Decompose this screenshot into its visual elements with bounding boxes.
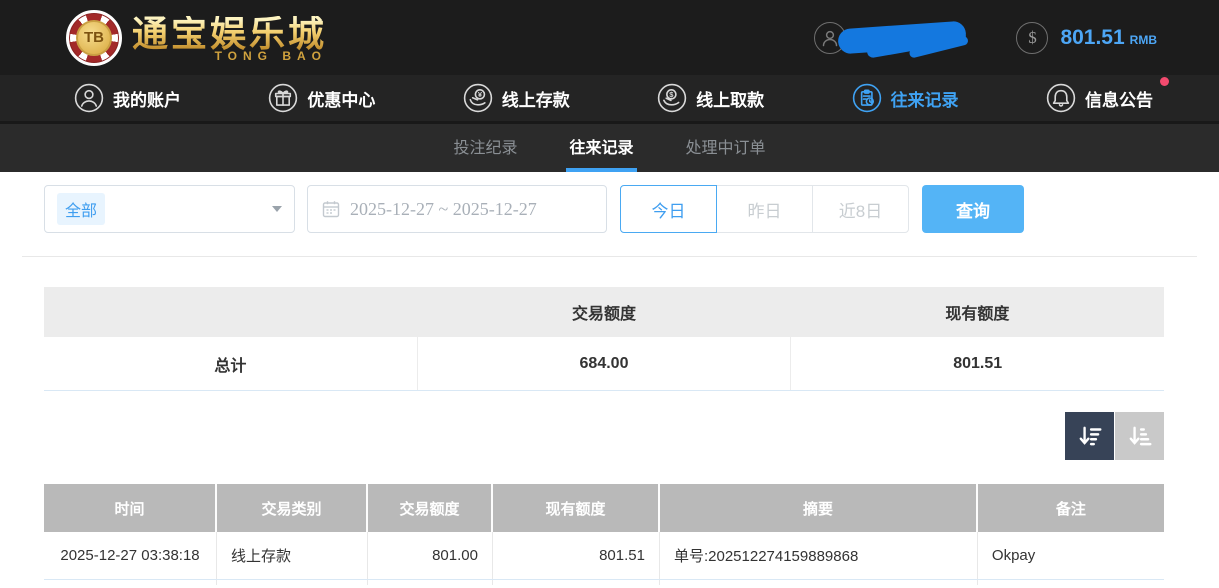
top-header: TB 通宝娱乐城 TONG BAO $ 801.51 RMB <box>0 0 1219 75</box>
brand-logo[interactable]: TB 通宝娱乐城 TONG BAO <box>66 10 327 66</box>
deposit-icon: ¥ <box>463 83 493 113</box>
cell-transaction-type: 线上存款 <box>217 532 368 579</box>
summary-header-row: 交易额度 现有额度 <box>44 287 1164 337</box>
partial-next-row <box>44 580 1164 585</box>
nav-item-transaction-records[interactable]: 往来记录 <box>852 83 959 113</box>
table-row: 2025-12-27 03:38:18 线上存款 801.00 801.51 单… <box>44 532 1164 580</box>
tab-transaction-records[interactable]: 往来记录 <box>566 124 636 172</box>
sort-descending-button[interactable] <box>1065 412 1114 460</box>
bell-icon <box>1046 83 1076 113</box>
sort-descending-icon <box>1077 423 1103 449</box>
nav-label: 优惠中心 <box>307 86 375 111</box>
type-select-value: 全部 <box>57 193 105 225</box>
tab-processing-orders[interactable]: 处理中订单 <box>683 124 769 172</box>
nav-label: 我的账户 <box>113 86 181 111</box>
col-header-transaction-type: 交易类别 <box>217 484 368 532</box>
query-button[interactable]: 查询 <box>922 185 1024 233</box>
col-header-remarks: 备注 <box>978 484 1164 532</box>
cell-transaction-amount: 801.00 <box>368 532 493 579</box>
yesterday-button[interactable]: 昨日 <box>716 185 813 233</box>
brand-name: 通宝娱乐城 <box>132 16 327 52</box>
summary-header-current-balance: 现有额度 <box>791 287 1164 337</box>
tab-betting-records[interactable]: 投注纪录 <box>450 124 520 172</box>
col-header-transaction-amount: 交易额度 <box>368 484 493 532</box>
cell-summary: 单号:202512274159889868 <box>660 532 978 579</box>
sort-controls <box>0 412 1164 460</box>
type-select[interactable]: 全部 <box>44 185 295 233</box>
withdraw-icon: $ <box>657 83 687 113</box>
main-navigation: 我的账户 优惠中心 ¥ 线上存款 $ 线上取款 往来记录 信息公告 <box>0 75 1219 124</box>
sort-ascending-icon <box>1127 423 1153 449</box>
summary-total-label: 总计 <box>44 337 417 390</box>
calendar-icon <box>322 200 340 218</box>
brand-text: 通宝娱乐城 TONG BAO <box>132 16 327 66</box>
notification-dot <box>1160 77 1169 86</box>
col-header-summary: 摘要 <box>660 484 978 532</box>
nav-label: 信息公告 <box>1085 86 1153 111</box>
records-header-row: 时间 交易类别 交易额度 现有额度 摘要 备注 <box>44 484 1164 532</box>
summary-transaction-amount: 684.00 <box>417 337 791 390</box>
user-area: $ 801.51 RMB <box>814 0 1157 75</box>
col-header-time: 时间 <box>44 484 217 532</box>
summary-current-balance: 801.51 <box>790 337 1164 390</box>
summary-table: 交易额度 现有额度 总计 684.00 801.51 <box>44 287 1164 391</box>
summary-total-row: 总计 684.00 801.51 <box>44 337 1164 391</box>
chevron-down-icon <box>272 206 282 212</box>
cell-time: 2025-12-27 03:38:18 <box>44 532 217 579</box>
censored-username <box>838 21 967 55</box>
summary-header-transaction-amount: 交易额度 <box>417 287 790 337</box>
user-icon <box>74 83 104 113</box>
nav-item-my-account[interactable]: 我的账户 <box>74 83 181 113</box>
records-table: 时间 交易类别 交易额度 现有额度 摘要 备注 2025-12-27 03:38… <box>44 484 1164 585</box>
nav-label: 线上取款 <box>696 86 764 111</box>
cell-current-balance: 801.51 <box>493 532 660 579</box>
chip-monogram: TB <box>76 20 112 56</box>
poker-chip-icon: TB <box>66 10 122 66</box>
summary-header-blank <box>44 287 417 337</box>
nav-item-promotions[interactable]: 优惠中心 <box>268 83 375 113</box>
balance-currency: RMB <box>1130 28 1157 47</box>
nav-label: 线上存款 <box>502 86 570 111</box>
nav-item-deposit[interactable]: ¥ 线上存款 <box>463 83 570 113</box>
last-8-days-button[interactable]: 近8日 <box>812 185 909 233</box>
quick-range-group: 今日 昨日 近8日 <box>620 185 909 233</box>
balance-amount: 801.51 <box>1060 26 1124 50</box>
date-range-input[interactable]: 2025-12-27 ~ 2025-12-27 <box>307 185 607 233</box>
dollar-icon: $ <box>1016 22 1048 54</box>
sub-navigation: 投注纪录 往来记录 处理中订单 <box>0 124 1219 172</box>
balance-group[interactable]: $ 801.51 RMB <box>1016 22 1157 54</box>
sort-ascending-button[interactable] <box>1115 412 1164 460</box>
date-range-value: 2025-12-27 ~ 2025-12-27 <box>350 199 537 220</box>
col-header-current-balance: 现有额度 <box>493 484 660 532</box>
gift-icon <box>268 83 298 113</box>
filter-bar: 全部 2025-12-27 ~ 2025-12-27 今日 昨日 近8日 查询 <box>44 185 1219 233</box>
nav-label: 往来记录 <box>891 86 959 111</box>
cell-remarks: Okpay <box>978 532 1164 579</box>
today-button[interactable]: 今日 <box>620 185 717 233</box>
section-divider <box>22 256 1197 257</box>
nav-item-announcements[interactable]: 信息公告 <box>1046 83 1153 113</box>
records-icon <box>852 83 882 113</box>
nav-item-withdraw[interactable]: $ 线上取款 <box>657 83 764 113</box>
